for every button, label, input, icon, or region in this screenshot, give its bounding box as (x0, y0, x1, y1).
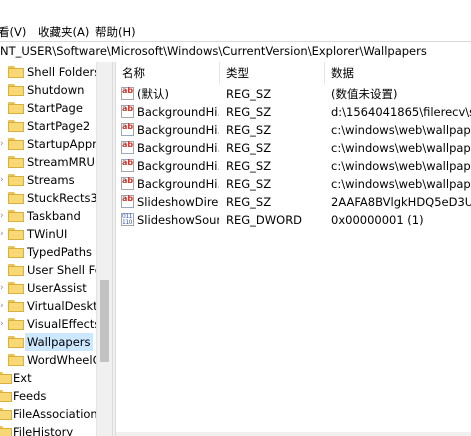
tree-item-label: FileHistory (13, 425, 74, 436)
menu-favorites[interactable]: 收藏夹(A) (36, 24, 91, 40)
folder-icon (8, 210, 24, 222)
column-header-name[interactable]: 名称 (116, 62, 220, 84)
table-row[interactable]: BackgroundHi... REG_SZ d:\1564041865\fil… (116, 103, 471, 121)
value-type: REG_DWORD (226, 213, 303, 227)
tree-item-label: Wallpapers (25, 333, 93, 351)
reg-sz-icon (121, 176, 134, 190)
value-type: REG_SZ (226, 177, 272, 191)
table-row[interactable]: BackgroundHi... REG_SZ c:\windows\web\wa… (116, 121, 471, 139)
column-header-type[interactable]: 类型 (220, 62, 325, 84)
menu-bar: 看(V) 收藏夹(A) 帮助(H) (0, 0, 471, 40)
tree-item-label: StartPage (27, 101, 83, 115)
reg-dword-icon (121, 213, 134, 226)
value-data: 2AAFA8BVlgkHDQ5eD3Usxl (331, 195, 471, 209)
folder-icon (8, 156, 24, 168)
table-row[interactable]: BackgroundHi... REG_SZ c:\windows\web\wa… (116, 175, 471, 193)
column-header-data[interactable]: 数据 (325, 62, 471, 84)
folder-icon (8, 300, 24, 312)
reg-sz-icon (121, 104, 134, 118)
reg-sz-icon (121, 194, 134, 208)
list-horizontal-scrollbar[interactable] (116, 432, 471, 436)
folder-icon (8, 192, 24, 204)
value-data: 0x00000001 (1) (331, 213, 424, 227)
chevron-right-icon[interactable]: › (0, 279, 4, 297)
value-data: c:\windows\web\wallpaper\ (331, 159, 471, 173)
tree-item-label: UserAssist (27, 281, 87, 295)
tree-item-label: Shell Folders (27, 65, 101, 79)
folder-icon (8, 354, 24, 366)
value-data: c:\windows\web\wallpaper\ (331, 123, 471, 137)
reg-sz-icon (121, 122, 134, 136)
value-data: c:\windows\web\wallpaper\ (331, 141, 471, 155)
tree-item-label: StuckRects3 (27, 191, 98, 205)
tree-item-label: FileAssociations (13, 407, 104, 421)
tree-vertical-scrollbar[interactable] (96, 62, 112, 436)
tree-item-label: Ext (13, 371, 32, 385)
value-name: SlideshowDire... (137, 195, 219, 209)
tree-item-label: StartPage2 (27, 119, 91, 133)
value-data: d:\1564041865\filerecv\src= (331, 105, 471, 119)
values-list: 名称 类型 数据 (默认) REG_SZ (数值未设置) BackgroundH… (116, 62, 471, 436)
table-row[interactable]: BackgroundHi... REG_SZ c:\windows\web\wa… (116, 139, 471, 157)
address-bar[interactable]: NT_USER\Software\Microsoft\Windows\Curre… (0, 41, 471, 63)
value-name: BackgroundHi... (137, 105, 219, 119)
value-name: BackgroundHi... (137, 123, 219, 137)
value-name: BackgroundHi... (137, 141, 219, 155)
tree-item-label: StartupAppro (27, 137, 104, 151)
value-type: REG_SZ (226, 159, 272, 173)
scrollbar-thumb[interactable] (100, 280, 109, 362)
tree-item-label: Shutdown (27, 83, 85, 97)
value-name: (默认) (137, 87, 169, 101)
chevron-right-icon[interactable]: › (0, 207, 4, 225)
menu-help[interactable]: 帮助(H) (93, 24, 138, 40)
table-row[interactable]: SlideshowDire... REG_SZ 2AAFA8BVlgkHDQ5e… (116, 193, 471, 211)
folder-icon (8, 318, 24, 330)
chevron-right-icon[interactable]: › (0, 225, 4, 243)
folder-icon (8, 282, 24, 294)
reg-sz-icon (121, 158, 134, 172)
chevron-right-icon[interactable]: › (0, 315, 4, 333)
table-row[interactable]: (默认) REG_SZ (数值未设置) (116, 85, 471, 103)
value-type: REG_SZ (226, 87, 272, 101)
table-row[interactable]: BackgroundHi... REG_SZ c:\windows\web\wa… (116, 157, 471, 175)
value-name: BackgroundHi... (137, 177, 219, 191)
folder-icon (8, 228, 24, 240)
value-type: REG_SZ (226, 141, 272, 155)
tree-item-label: VirtualDeskto (27, 299, 105, 313)
folder-icon (8, 138, 24, 150)
value-type: REG_SZ (226, 105, 272, 119)
folder-icon (8, 102, 24, 114)
tree-item-label: Streams (27, 173, 75, 187)
tree-item-label: User Shell Fol (27, 263, 106, 277)
address-path: NT_USER\Software\Microsoft\Windows\Curre… (0, 44, 427, 58)
table-row[interactable]: SlideshowSour... REG_DWORD 0x00000001 (1… (116, 211, 471, 229)
tree-item-label: TypedPaths (27, 245, 92, 259)
tree-item-label: WordWheelQ (27, 353, 102, 367)
folder-icon (8, 84, 24, 96)
folder-icon (8, 120, 24, 132)
folder-icon (8, 66, 24, 78)
value-data: c:\windows\web\wallpaper\ (331, 177, 471, 191)
folder-open-icon (8, 336, 24, 348)
tree-item-label: Feeds (13, 389, 47, 403)
tree-item-label: Taskband (27, 209, 81, 223)
folder-icon (8, 264, 24, 276)
reg-sz-icon (121, 140, 134, 154)
value-name: SlideshowSour... (137, 213, 219, 227)
value-type: REG_SZ (226, 195, 272, 209)
folder-icon (8, 174, 24, 186)
chevron-right-icon[interactable]: › (0, 135, 4, 153)
value-type: REG_SZ (226, 123, 272, 137)
value-name: BackgroundHi... (137, 159, 219, 173)
folder-icon (8, 246, 24, 258)
tree-item-label: TWinUI (27, 227, 68, 241)
menu-view[interactable]: 看(V) (0, 24, 28, 40)
chevron-right-icon[interactable]: › (0, 171, 4, 189)
value-data: (数值未设置) (331, 87, 398, 101)
tree-item-label: StreamMRU (27, 155, 95, 169)
tree-item-label: VisualEffects (27, 317, 101, 331)
reg-sz-icon (121, 86, 134, 100)
chevron-right-icon[interactable]: › (0, 297, 4, 315)
